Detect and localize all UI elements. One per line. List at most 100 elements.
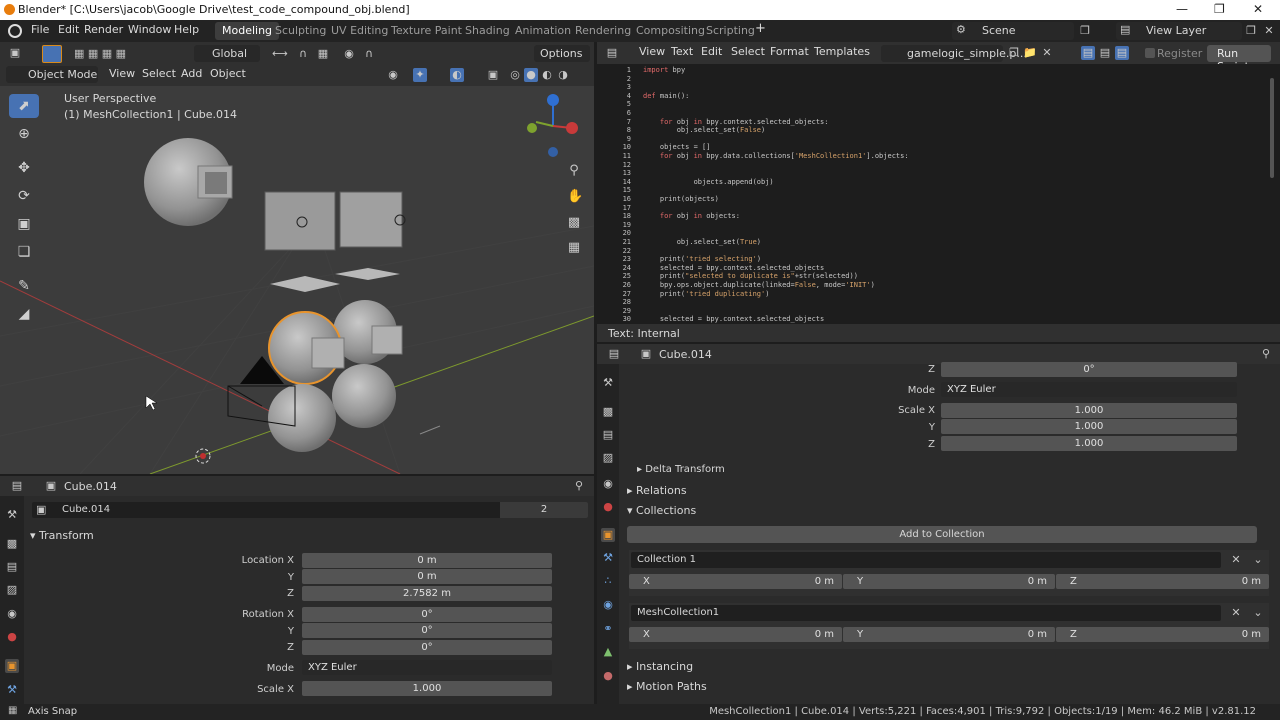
constraints-tab-icon[interactable]: ⚭ — [601, 622, 615, 636]
collections-panel[interactable]: ▾ Collections — [627, 504, 696, 517]
scale-x-field[interactable]: 1.000 — [302, 681, 552, 696]
scale-z-field[interactable]: 1.000 — [941, 436, 1237, 451]
te-menu-view[interactable]: View — [636, 45, 668, 61]
run-script-button[interactable]: Run Script — [1207, 45, 1271, 73]
text-editor-scrollbar[interactable] — [1270, 78, 1274, 178]
tool-tab-icon[interactable]: ⚒ — [601, 376, 615, 390]
world-tab-icon[interactable]: ● — [5, 630, 19, 644]
pan-icon[interactable]: ✋ — [567, 190, 583, 204]
register-checkbox[interactable] — [1145, 48, 1155, 58]
select-tool-icon[interactable]: ⬈ — [9, 94, 39, 118]
orientation-dropdown[interactable]: Global — [194, 45, 260, 62]
rendered-shading-icon[interactable]: ◑ — [556, 68, 570, 82]
collection-offset-x[interactable]: X 0 m — [629, 574, 842, 589]
wireframe-shading-icon[interactable]: ◎ — [508, 68, 522, 82]
rotate-tool-icon[interactable]: ⟳ — [9, 184, 39, 208]
object-tab-icon[interactable]: ▣ — [601, 528, 615, 542]
annotate-tool-icon[interactable]: ✎ — [9, 274, 39, 298]
object-tab-icon[interactable]: ▣ — [5, 659, 19, 673]
te-menu-templates[interactable]: Templates — [811, 45, 873, 61]
3d-viewport[interactable]: User Perspective (1) MeshCollection1 | C… — [0, 86, 594, 474]
motion-paths-panel[interactable]: ▸ Motion Paths — [627, 680, 707, 693]
text-editor[interactable]: 1 import bpy 2 3 4 def main(): 5 6 7 for obj in … — [597, 64, 1280, 324]
remove-collection-icon[interactable]: ✕ — [1229, 553, 1243, 567]
physics-tab-icon[interactable]: ◉ — [601, 598, 615, 612]
close-icon[interactable]: ✕ — [1253, 2, 1263, 16]
rotation-y-field[interactable]: 0° — [302, 623, 552, 638]
scale-tool-icon[interactable]: ▣ — [9, 212, 39, 236]
snap-icon[interactable]: ∩ — [296, 47, 310, 61]
instancing-panel[interactable]: ▸ Instancing — [627, 660, 693, 673]
tool-tab-icon[interactable]: ⚒ — [5, 508, 19, 522]
menu-window[interactable]: Window — [125, 23, 174, 39]
view-layer-tab-icon[interactable]: ▨ — [5, 583, 19, 597]
particles-tab-icon[interactable]: ∴ — [601, 574, 615, 588]
transform-panel-header[interactable]: ▾ Transform — [30, 529, 590, 542]
add-workspace-icon[interactable]: + — [752, 21, 769, 37]
menu-help[interactable]: Help — [171, 23, 202, 39]
collection-name-field[interactable]: Collection 1 — [631, 552, 1221, 568]
proportional-edit-icon[interactable]: ◉ — [342, 47, 356, 61]
menu-file[interactable]: File — [28, 23, 52, 39]
vp-menu-view[interactable]: View — [106, 67, 138, 83]
collection-offset-y[interactable]: Y 0 m — [843, 574, 1055, 589]
snap-target-icon[interactable]: ▦ — [316, 47, 330, 61]
options-button[interactable]: Options — [534, 45, 590, 62]
collection-menu-icon[interactable]: ⌄ — [1251, 606, 1265, 620]
xray-icon[interactable]: ▣ — [486, 68, 500, 82]
output-tab-icon[interactable]: ▤ — [5, 560, 19, 574]
props-left-editor-type-icon[interactable]: ▤ — [10, 479, 24, 493]
line-numbers-icon[interactable]: ▤ — [1081, 46, 1095, 60]
world-tab-icon[interactable]: ● — [601, 500, 615, 514]
output-tab-icon[interactable]: ▤ — [601, 428, 615, 442]
te-menu-text[interactable]: Text — [668, 45, 696, 61]
location-z-field[interactable]: 2.7582 m — [302, 586, 552, 601]
scale-x-field[interactable]: 1.000 — [941, 403, 1237, 418]
unlink-text-icon[interactable]: ✕ — [1040, 46, 1054, 60]
measure-tool-icon[interactable]: ◢ — [9, 302, 39, 326]
new-scene-icon[interactable]: ❐ — [1078, 24, 1092, 38]
vp-menu-select[interactable]: Select — [139, 67, 179, 83]
collection-offset-z[interactable]: Z 0 m — [1056, 574, 1269, 589]
render-tab-icon[interactable]: ▩ — [5, 537, 19, 551]
new-text-icon[interactable]: ❐ — [1007, 46, 1021, 60]
menu-edit[interactable]: Edit — [55, 23, 82, 39]
word-wrap-icon[interactable]: ▤ — [1098, 46, 1112, 60]
transform-tool-icon[interactable]: ❏ — [9, 240, 39, 264]
collection-offset-x[interactable]: X 0 m — [629, 627, 842, 642]
modifiers-tab-icon[interactable]: ⚒ — [601, 551, 615, 565]
menu-render[interactable]: Render — [81, 23, 126, 39]
collection-menu-icon[interactable]: ⌄ — [1251, 553, 1265, 567]
selection-mode-icons[interactable]: ▦ ▦ ▦ ▦ — [74, 47, 152, 61]
falloff-icon[interactable]: ∩ — [362, 47, 376, 61]
collection-name-field[interactable]: MeshCollection1 — [631, 605, 1221, 621]
scene-tab-icon[interactable]: ◉ — [601, 477, 615, 491]
tab-texture-paint[interactable]: Texture Paint — [384, 22, 469, 40]
object-mode-dropdown[interactable]: Object Mode — [6, 66, 98, 83]
location-y-field[interactable]: 0 m — [302, 569, 552, 584]
collection-offset-y[interactable]: Y 0 m — [843, 627, 1055, 642]
text-editor-type-icon[interactable]: ▤ — [605, 46, 619, 60]
add-to-collection-button[interactable]: Add to Collection — [627, 526, 1257, 543]
open-text-icon[interactable]: 📁 — [1023, 46, 1037, 60]
props-editor-type-icon[interactable]: ▤ — [607, 347, 621, 361]
object-datablock-field[interactable]: ▣ Cube.014 2 — [32, 502, 588, 518]
datablock-users-field[interactable]: 2 — [500, 502, 588, 518]
camera-view-icon[interactable]: ▩ — [567, 216, 581, 230]
render-tab-icon[interactable]: ▩ — [601, 405, 615, 419]
syntax-highlight-icon[interactable]: ▤ — [1115, 46, 1129, 60]
te-menu-edit[interactable]: Edit — [698, 45, 725, 61]
vp-menu-add[interactable]: Add — [178, 67, 205, 83]
move-tool-icon[interactable]: ✥ — [9, 156, 39, 180]
visibility-icon[interactable]: ◉ — [386, 68, 400, 82]
solid-shading-icon[interactable]: ● — [524, 68, 538, 82]
restore-icon[interactable]: ❐ — [1214, 2, 1225, 16]
overlay-icon[interactable]: ◐ — [450, 68, 464, 82]
text-file-selector[interactable]: gamelogic_simple.p... — [881, 45, 1027, 62]
material-tab-icon[interactable]: ● — [601, 669, 615, 683]
te-menu-select[interactable]: Select — [728, 45, 768, 61]
zoom-icon[interactable]: ⚲ — [567, 164, 581, 178]
minimize-icon[interactable]: — — [1176, 2, 1188, 16]
gizmo-icon[interactable]: ✦ — [413, 68, 427, 82]
cursor-tool-icon[interactable]: ⊕ — [9, 122, 39, 146]
